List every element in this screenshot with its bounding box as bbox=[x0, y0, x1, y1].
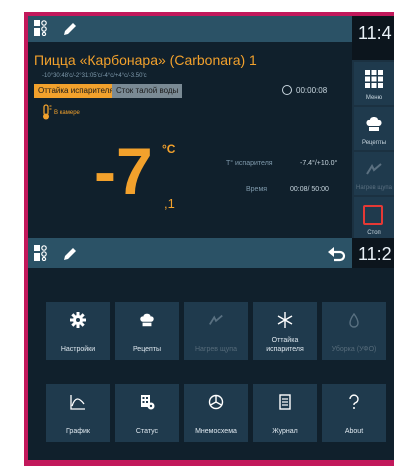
phase-timer: 00:00:08 bbox=[282, 84, 327, 98]
chef-hat-icon bbox=[366, 117, 382, 131]
tile-label: About bbox=[344, 428, 364, 435]
probe-icon bbox=[209, 314, 223, 325]
tile-label: Статус bbox=[135, 428, 159, 435]
stop-label: Стоп bbox=[367, 230, 381, 236]
tile-about[interactable]: About bbox=[322, 384, 386, 442]
probe-icon bbox=[366, 163, 382, 175]
status-icon bbox=[141, 395, 155, 410]
back-arrow-icon[interactable] bbox=[328, 246, 346, 262]
pencil-icon[interactable] bbox=[62, 246, 78, 262]
top-bar bbox=[28, 16, 352, 42]
tile-label: Оттайка испарителя bbox=[266, 337, 304, 353]
journal-icon bbox=[279, 394, 291, 410]
evaporator-temp-value: -7.4°/+10.0° bbox=[300, 160, 338, 167]
pencil-icon[interactable] bbox=[62, 21, 78, 37]
clock: 11:2 bbox=[352, 238, 394, 268]
clock-icon bbox=[282, 84, 292, 95]
recipe-title: Пицца «Карбонара» (Carbonara) 1 bbox=[34, 52, 257, 68]
tile-evaporator-defrost[interactable]: Оттайка испарителя bbox=[253, 302, 317, 360]
tile-label: Настройки bbox=[60, 346, 96, 353]
mnemonic-icon bbox=[208, 394, 224, 410]
gear-icon bbox=[70, 312, 86, 328]
tile-label: Рецепты bbox=[132, 346, 162, 353]
menu-label: Меню bbox=[365, 95, 383, 101]
recipe-steps: -10°30:48'с/-2°31:05'с/-4°с/+4°с/-3.50'с bbox=[42, 73, 147, 79]
cooking-screen: Пицца «Карбонара» (Carbonara) 1 -10°30:4… bbox=[28, 16, 394, 238]
tile-label: График bbox=[66, 428, 90, 435]
question-icon bbox=[349, 394, 359, 409]
tile-chart[interactable]: График bbox=[46, 384, 110, 442]
top-bar bbox=[28, 238, 352, 268]
tile-settings[interactable]: Настройки bbox=[46, 302, 110, 360]
tile-mnemonic[interactable]: Мнемосхема bbox=[184, 384, 248, 442]
recipes-label: Рецепты bbox=[361, 140, 387, 146]
tile-uv-cleaning[interactable]: Уборка (УФО) bbox=[322, 302, 386, 360]
temperature-fraction: ,1 bbox=[164, 196, 175, 211]
tile-probe-heat[interactable]: Нагрев щупа bbox=[184, 302, 248, 360]
thermometer-icon bbox=[43, 104, 52, 120]
time-label: Время bbox=[246, 186, 268, 193]
clock: 11:4 bbox=[352, 16, 394, 60]
tile-status[interactable]: Статус bbox=[115, 384, 179, 442]
chart-icon bbox=[70, 395, 85, 410]
tile-recipes[interactable]: Рецепты bbox=[115, 302, 179, 360]
phase-tab-drain[interactable]: Сток талой воды bbox=[112, 84, 183, 98]
evaporator-temp-label: T° испарителя bbox=[226, 160, 273, 167]
tile-label: Журнал bbox=[272, 428, 298, 435]
menu-screen: 11:2 Настройки Рецепты Нагрев щупа Оттай… bbox=[28, 238, 394, 460]
app-logo-icon[interactable] bbox=[34, 245, 48, 261]
probe-heat-label: Нагрев щупа bbox=[356, 185, 392, 191]
temperature-unit: °C bbox=[162, 142, 176, 156]
chef-hat-icon bbox=[140, 313, 154, 327]
cleaning-icon bbox=[349, 312, 359, 328]
grid-icon bbox=[365, 70, 383, 88]
stop-button[interactable]: Стоп bbox=[354, 197, 394, 238]
probe-heat-button[interactable]: Нагрев щупа bbox=[354, 152, 394, 195]
time-value: 00:08/ 50:00 bbox=[290, 186, 329, 193]
tile-label: Уборка (УФО) bbox=[331, 346, 377, 353]
stop-icon bbox=[363, 205, 383, 225]
chamber-temperature: -7 bbox=[94, 134, 153, 208]
tile-label: Мнемосхема bbox=[195, 428, 237, 435]
timer-value: 00:00:08 bbox=[296, 86, 328, 95]
tile-label: Нагрев щупа bbox=[195, 346, 237, 353]
tile-journal[interactable]: Журнал bbox=[253, 384, 317, 442]
recipes-button[interactable]: Рецепты bbox=[354, 107, 394, 150]
main-panel: Пицца «Карбонара» (Carbonara) 1 -10°30:4… bbox=[28, 42, 352, 238]
menu-button[interactable]: Меню bbox=[354, 62, 394, 105]
snowflake-icon bbox=[277, 312, 293, 328]
chamber-label: В камере bbox=[54, 110, 80, 116]
phase-tab-defrost[interactable]: Оттайка испарителя bbox=[34, 84, 118, 98]
app-logo-icon[interactable] bbox=[34, 20, 48, 36]
